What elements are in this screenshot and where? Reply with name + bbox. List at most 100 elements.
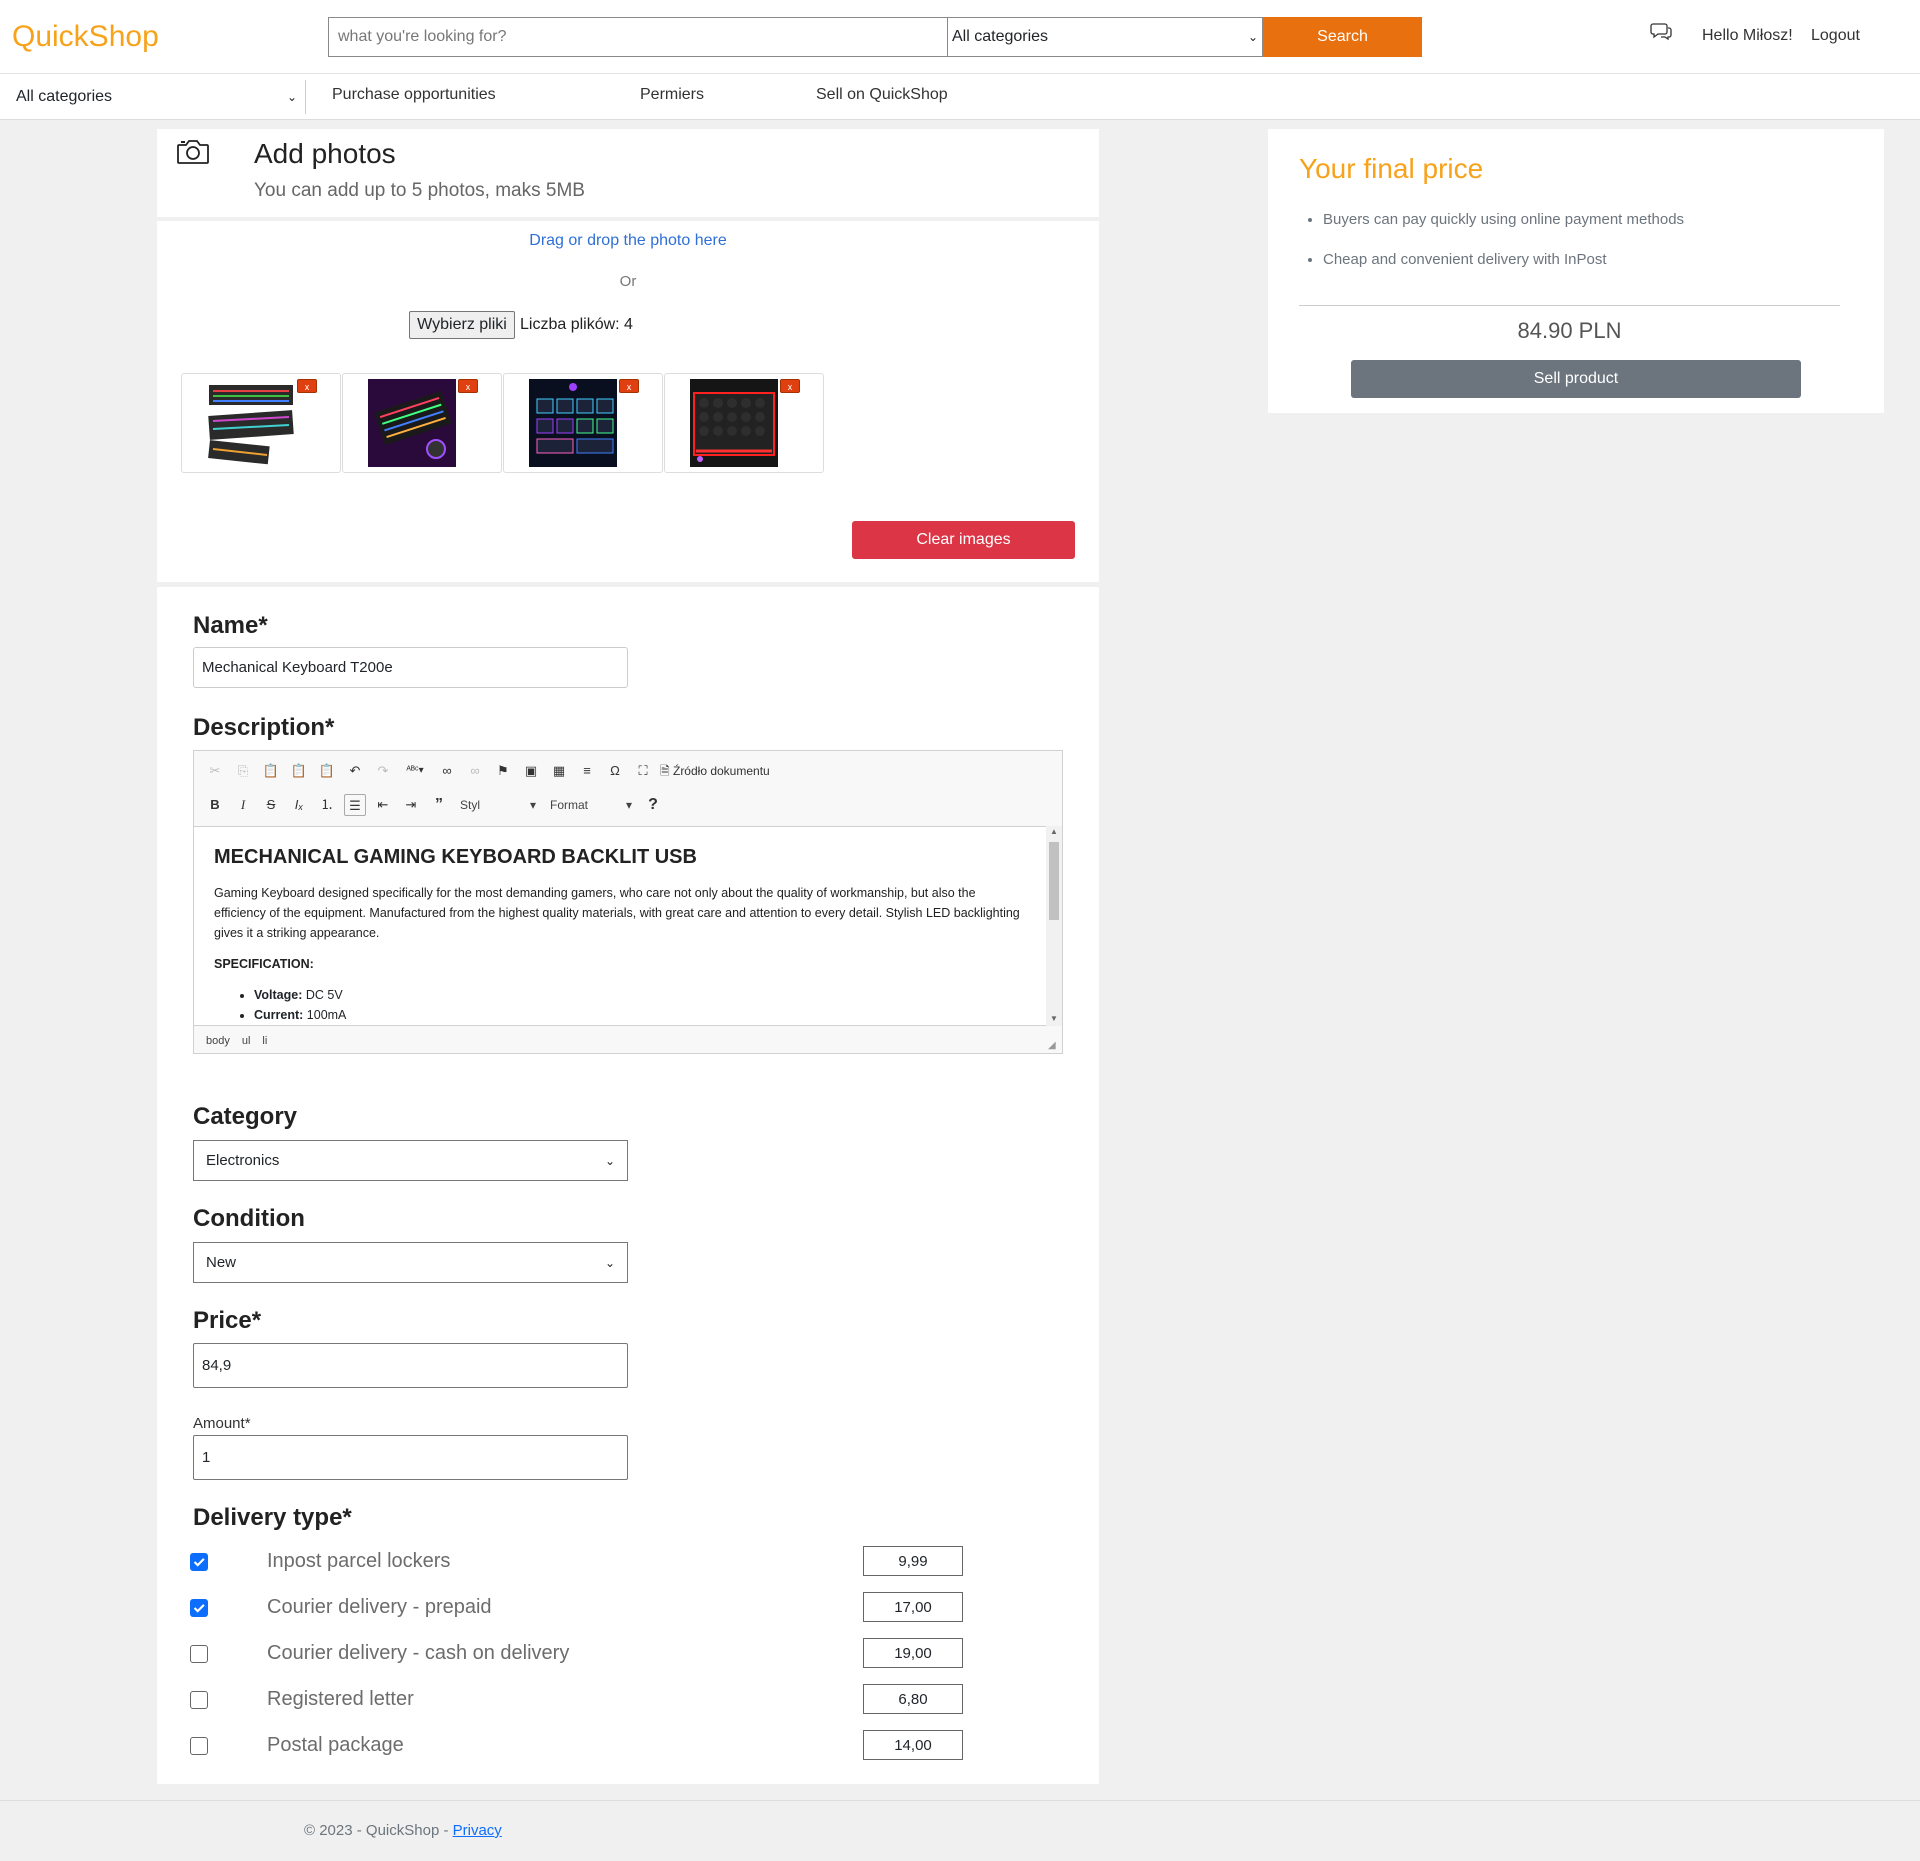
resize-handle-icon[interactable]: ◢	[1048, 1040, 1056, 1051]
divider	[1299, 305, 1840, 306]
spec-item: Current: 100mA	[254, 1005, 1026, 1025]
editor-content[interactable]: MECHANICAL GAMING KEYBOARD BACKLIT USB G…	[194, 826, 1046, 1026]
logo[interactable]: QuickShop	[12, 20, 159, 54]
keyboard-photo	[207, 379, 295, 467]
unlink-icon[interactable]: ∞	[464, 760, 486, 782]
bulleted-list-icon[interactable]: ☰	[344, 794, 366, 816]
undo-icon[interactable]: ↶	[344, 760, 366, 782]
delivery-fee-input[interactable]: 6,80	[863, 1684, 963, 1714]
scrollbar-thumb[interactable]	[1049, 842, 1059, 920]
remove-format-icon[interactable]: Iₓ	[288, 794, 310, 816]
delivery-option-label: Courier delivery - prepaid	[267, 1596, 492, 1618]
spec-key: Current:	[254, 1008, 304, 1022]
editor-scrollbar[interactable]: ▲ ▼	[1046, 826, 1062, 1026]
photo-thumbnail: x	[664, 373, 824, 473]
strikethrough-icon[interactable]: S	[260, 794, 282, 816]
delivery-checkbox[interactable]	[190, 1599, 208, 1617]
keyboard-photo	[690, 379, 778, 467]
horizontal-line-icon[interactable]: ≡	[576, 760, 598, 782]
keyboard-photo	[529, 379, 617, 467]
delivery-checkbox[interactable]	[190, 1737, 208, 1755]
delivery-fee-input[interactable]: 17,00	[863, 1592, 963, 1622]
remove-photo-button[interactable]: x	[458, 379, 478, 393]
format-select[interactable]: Format ▾	[546, 798, 636, 812]
chevron-down-icon: ⌄	[604, 1255, 615, 1270]
nav-link-sell[interactable]: Sell on QuickShop	[816, 86, 948, 104]
spec-value: 100mA	[303, 1008, 347, 1022]
checkmark-icon	[193, 1604, 205, 1613]
image-icon[interactable]: ▣	[520, 760, 542, 782]
path-item[interactable]: body	[206, 1035, 230, 1047]
price-label: Price*	[193, 1307, 262, 1334]
delivery-fee-input[interactable]: 9,99	[863, 1546, 963, 1576]
search-category-select[interactable]: All categories ⌄	[947, 17, 1263, 57]
editor-element-path: body ul li	[206, 1035, 267, 1047]
delivery-fee-input[interactable]: 19,00	[863, 1638, 963, 1668]
search-input[interactable]	[328, 17, 948, 57]
drop-zone-text[interactable]: Drag or drop the photo here	[157, 232, 1099, 250]
link-icon[interactable]: ∞	[436, 760, 458, 782]
anchor-flag-icon[interactable]: ⚑	[492, 760, 514, 782]
italic-icon[interactable]: I	[232, 794, 254, 816]
category-select[interactable]: Electronics ⌄	[193, 1140, 628, 1181]
benefits-list: Buyers can pay quickly using online paym…	[1299, 210, 1859, 270]
maximize-icon[interactable]: ⛶	[632, 760, 654, 782]
spellcheck-icon[interactable]: ᴬᴮᶜ▾	[400, 760, 430, 782]
bold-icon[interactable]: B	[204, 794, 226, 816]
chat-icon[interactable]	[1650, 22, 1672, 42]
amount-input[interactable]: 1	[193, 1435, 628, 1480]
indent-icon[interactable]: ⇥	[400, 794, 422, 816]
keyboard-photo	[368, 379, 456, 467]
numbered-list-icon[interactable]: ⒈	[316, 794, 338, 816]
condition-label: Condition	[193, 1205, 305, 1232]
nav-bar: All categories ⌄	[0, 74, 1920, 120]
spec-item: Voltage: DC 5V	[254, 985, 1026, 1005]
delivery-checkbox[interactable]	[190, 1645, 208, 1663]
path-item[interactable]: ul	[242, 1035, 251, 1047]
scroll-up-icon[interactable]: ▲	[1050, 827, 1058, 836]
benefit-item: Cheap and convenient delivery with InPos…	[1323, 250, 1859, 270]
nav-link-purchase-opportunities[interactable]: Purchase opportunities	[332, 86, 496, 104]
scroll-down-icon[interactable]: ▼	[1050, 1014, 1058, 1023]
style-select-value: Styl	[460, 798, 481, 812]
help-icon[interactable]: ?	[642, 794, 664, 816]
clear-images-button[interactable]: Clear images	[852, 521, 1075, 559]
path-item[interactable]: li	[262, 1035, 267, 1047]
blockquote-icon[interactable]: ”	[428, 794, 450, 816]
amount-label: Amount*	[193, 1415, 251, 1432]
copyright: © 2023 - QuickShop -	[304, 1822, 453, 1839]
table-icon[interactable]: ▦	[548, 760, 570, 782]
spec-key: Voltage:	[254, 988, 303, 1002]
search-button[interactable]: Search	[1263, 17, 1422, 57]
outdent-icon[interactable]: ⇤	[372, 794, 394, 816]
name-input[interactable]: Mechanical Keyboard T200e	[193, 647, 628, 688]
source-button[interactable]: 🗎 Źródło dokumentu	[660, 760, 770, 782]
delivery-checkbox[interactable]	[190, 1691, 208, 1709]
choose-files-button[interactable]: Wybierz pliki	[409, 311, 515, 339]
paste-icon[interactable]: 📋	[260, 760, 282, 782]
remove-photo-button[interactable]: x	[619, 379, 639, 393]
redo-icon[interactable]: ↷	[372, 760, 394, 782]
nav-link-premiers[interactable]: Permiers	[640, 86, 704, 104]
spec-value: DC 5V	[302, 988, 343, 1002]
condition-select[interactable]: New ⌄	[193, 1242, 628, 1283]
sell-product-button[interactable]: Sell product	[1351, 360, 1801, 398]
paste-text-icon[interactable]: 📋	[288, 760, 310, 782]
remove-photo-button[interactable]: x	[780, 379, 800, 393]
copy-icon[interactable]: ⎘	[232, 760, 254, 782]
style-select[interactable]: Styl ▾	[456, 798, 540, 812]
delivery-option-label: Registered letter	[267, 1688, 414, 1710]
special-char-icon[interactable]: Ω	[604, 760, 626, 782]
cut-icon[interactable]: ✂	[204, 760, 226, 782]
price-input[interactable]: 84,9	[193, 1343, 628, 1388]
delivery-option-label: Courier delivery - cash on delivery	[267, 1642, 570, 1664]
photo-thumbnail: x	[342, 373, 502, 473]
privacy-link[interactable]: Privacy	[453, 1822, 502, 1839]
logout-link[interactable]: Logout	[1811, 27, 1860, 45]
delivery-checkbox[interactable]	[190, 1553, 208, 1571]
paste-word-icon[interactable]: 📋	[316, 760, 338, 782]
delivery-fee-input[interactable]: 14,00	[863, 1730, 963, 1760]
nav-category-select[interactable]: All categories ⌄	[4, 80, 306, 114]
remove-photo-button[interactable]: x	[297, 379, 317, 393]
or-text: Or	[619, 273, 637, 290]
